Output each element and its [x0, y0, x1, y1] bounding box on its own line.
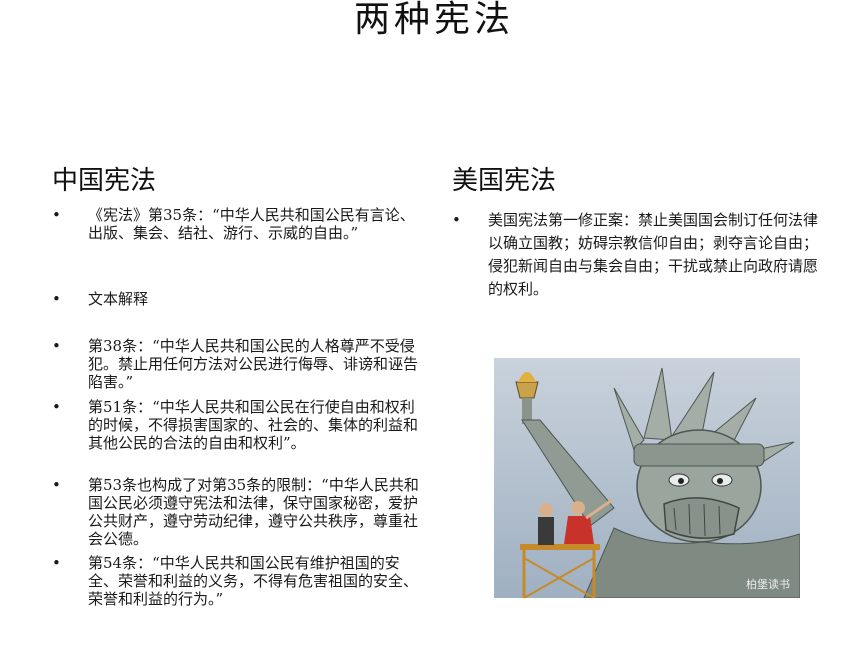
list-item: • 第38条：“中华人民共和国公民的人格尊严不受侵犯。禁止用任何方法对公民进行侮辱… — [52, 337, 419, 391]
statue-of-liberty-cartoon: 柏堡读书 — [494, 358, 800, 598]
list-item: • 第54条：“中华人民共和国公民有维护祖国的安全、荣誉和利益的义务，不得有危害祖… — [52, 554, 419, 608]
usa-heading: 美国宪法 — [452, 166, 557, 196]
bullet-icon: • — [52, 337, 61, 355]
bullet-icon: • — [52, 476, 61, 494]
bullet-icon: • — [452, 211, 461, 229]
bullet-icon: • — [52, 206, 61, 224]
list-item: • 《宪法》第35条：“中华人民共和国公民有言论、出版、集会、结社、游行、示威的自… — [52, 206, 415, 242]
bullet-icon: • — [52, 290, 61, 308]
china-heading: 中国宪法 — [52, 166, 157, 196]
bullet-icon: • — [52, 554, 61, 572]
slide-title: 两种宪法 — [353, 0, 514, 40]
statue-illustration — [494, 358, 800, 598]
image-watermark: 柏堡读书 — [746, 578, 790, 591]
list-item: • 第51条：“中华人民共和国公民在行使自由和权利的时候，不得损害国家的、社会的、… — [52, 398, 419, 452]
list-item: • 美国宪法第一修正案：禁止美国国会制订任何法律以确立国教；妨碍宗教信仰自由；剥夺… — [452, 211, 819, 298]
bullet-icon: • — [52, 398, 61, 416]
list-item: • 文本解释 — [52, 290, 149, 308]
list-item: • 第53条也构成了对第35条的限制：“中华人民共和国公民必须遵守宪法和法律，保守… — [52, 476, 419, 548]
